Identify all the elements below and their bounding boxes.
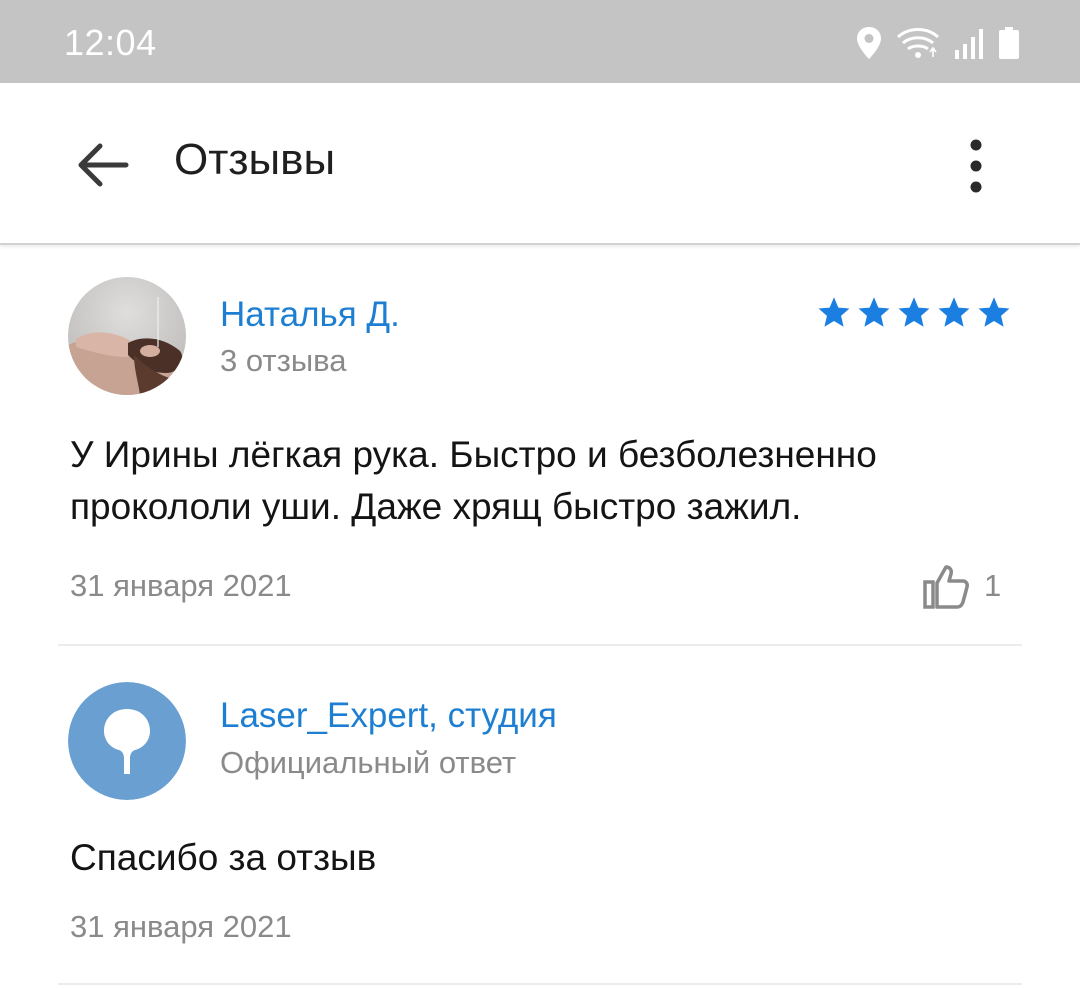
review-author-count: 3 отзыва (220, 343, 347, 378)
wifi-icon (896, 28, 940, 58)
signal-icon (955, 29, 983, 59)
reply-author-name[interactable]: Laser_Expert, студия (220, 696, 557, 736)
studio-avatar[interactable] (68, 682, 186, 800)
official-reply: Laser_Expert, студия Официальный ответ С… (0, 646, 1080, 986)
like-count: 1 (984, 568, 1002, 603)
more-options-button[interactable] (950, 133, 1002, 197)
rating-stars (816, 295, 1012, 331)
status-time: 12:04 (64, 22, 157, 63)
thumbs-up-icon (923, 565, 969, 609)
arrow-left-icon (78, 143, 129, 187)
reply-date: 31 января 2021 (70, 909, 292, 944)
avatar[interactable] (68, 277, 186, 395)
studio-logo-icon (68, 682, 186, 800)
review-author-name[interactable]: Наталья Д. (220, 295, 400, 335)
star-icon (938, 297, 970, 327)
more-vertical-icon (970, 139, 982, 193)
review-item: Наталья Д. 3 отзыва У Ирины лёгкая рука.… (0, 245, 1080, 645)
location-icon (857, 27, 881, 59)
status-icons (856, 25, 1020, 61)
reply-text: Спасибо за отзыв (70, 837, 377, 878)
battery-icon (999, 27, 1019, 59)
app-bar: Отзывы (0, 83, 1080, 245)
review-date: 31 января 2021 (70, 568, 292, 603)
status-bar: 12:04 (0, 0, 1080, 83)
star-icon (898, 297, 930, 327)
divider (58, 983, 1022, 985)
like-button[interactable]: 1 (922, 563, 1001, 609)
star-icon (978, 297, 1010, 327)
back-button[interactable] (70, 133, 134, 197)
star-icon (858, 297, 890, 327)
user-photo (68, 277, 186, 395)
official-reply-label: Официальный ответ (220, 745, 517, 780)
review-text: У Ирины лёгкая рука. Быстро и безболезне… (70, 434, 877, 527)
star-icon (818, 297, 850, 327)
page-title: Отзывы (174, 135, 336, 184)
